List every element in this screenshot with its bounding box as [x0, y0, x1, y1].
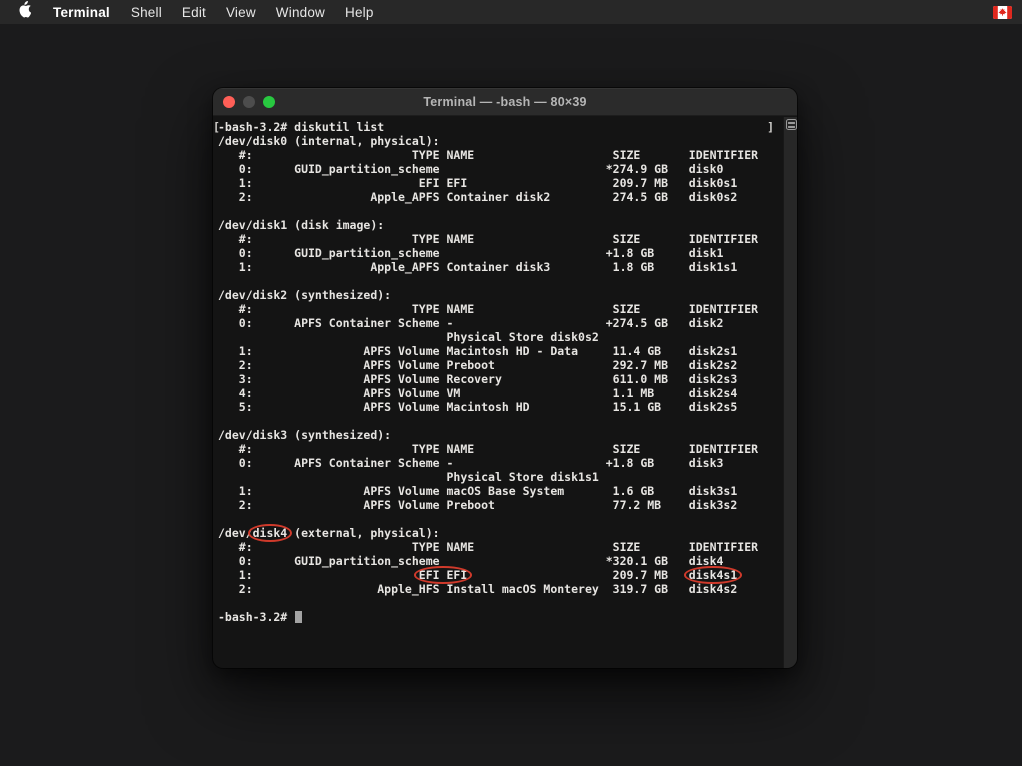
command-mark-close-bracket: ] — [767, 120, 774, 134]
terminal-line: 0: GUID_partition_scheme +1.8 GB disk1 — [218, 246, 783, 260]
block-cursor — [295, 611, 302, 623]
terminal-line: /dev/disk3 (synthesized): — [218, 428, 783, 442]
terminal-line: /dev/disk2 (synthesized): — [218, 288, 783, 302]
menu-item-window[interactable]: Window — [266, 0, 335, 24]
terminal-line: 2: APFS Volume Preboot 292.7 MB disk2s2 — [218, 358, 783, 372]
terminal-line: 1: EFI EFI 209.7 MB disk4s1 — [218, 568, 783, 582]
terminal-line: 0: APFS Container Scheme - +1.8 GB disk3 — [218, 456, 783, 470]
terminal-line: 2: APFS Volume Preboot 77.2 MB disk3s2 — [218, 498, 783, 512]
terminal-line: -bash-3.2# — [218, 610, 783, 624]
terminal-line: 1: EFI EFI 209.7 MB disk0s1 — [218, 176, 783, 190]
terminal-line: Physical Store disk0s2 — [218, 330, 783, 344]
terminal-line — [218, 512, 783, 526]
menu-item-help[interactable]: Help — [335, 0, 384, 24]
terminal-line: -bash-3.2# diskutil list — [218, 120, 783, 134]
terminal-line — [218, 414, 783, 428]
terminal-line: 0: APFS Container Scheme - +274.5 GB dis… — [218, 316, 783, 330]
terminal-line: #: TYPE NAME SIZE IDENTIFIER — [218, 540, 783, 554]
terminal-line: 1: Apple_APFS Container disk3 1.8 GB dis… — [218, 260, 783, 274]
terminal-window: Terminal — -bash — 80×39 [ ] -bash-3.2# … — [213, 88, 797, 668]
terminal-line: 4: APFS Volume VM 1.1 MB disk2s4 — [218, 386, 783, 400]
scrollbar[interactable] — [783, 117, 797, 668]
menu-bar: TerminalShellEditViewWindowHelp — [0, 0, 1022, 24]
menu-item-shell[interactable]: Shell — [121, 0, 172, 24]
terminal-line: #: TYPE NAME SIZE IDENTIFIER — [218, 232, 783, 246]
menu-item-edit[interactable]: Edit — [172, 0, 216, 24]
terminal-line: 5: APFS Volume Macintosh HD 15.1 GB disk… — [218, 400, 783, 414]
terminal-line: #: TYPE NAME SIZE IDENTIFIER — [218, 148, 783, 162]
terminal-line: 3: APFS Volume Recovery 611.0 MB disk2s3 — [218, 372, 783, 386]
terminal-line: 0: GUID_partition_scheme *274.9 GB disk0 — [218, 162, 783, 176]
terminal-line — [218, 204, 783, 218]
window-title-bar[interactable]: Terminal — -bash — 80×39 — [213, 88, 797, 116]
apple-logo-icon — [18, 1, 32, 23]
input-source-canada-flag-icon[interactable] — [993, 6, 1012, 19]
menu-item-terminal[interactable]: Terminal — [42, 0, 121, 24]
terminal-line: Physical Store disk1s1 — [218, 470, 783, 484]
terminal-line: 0: GUID_partition_scheme *320.1 GB disk4 — [218, 554, 783, 568]
apple-menu[interactable] — [18, 0, 42, 24]
terminal-line — [218, 596, 783, 610]
terminal-line: /dev/disk0 (internal, physical): — [218, 134, 783, 148]
terminal-line: 1: APFS Volume macOS Base System 1.6 GB … — [218, 484, 783, 498]
zoom-button[interactable] — [263, 96, 275, 108]
terminal-line: /dev/disk4 (external, physical): — [218, 526, 783, 540]
terminal-line: 2: Apple_HFS Install macOS Monterey 319.… — [218, 582, 783, 596]
close-button[interactable] — [223, 96, 235, 108]
minimize-button[interactable] — [243, 96, 255, 108]
scrollbar-mark-indicator-icon[interactable] — [786, 119, 797, 130]
terminal-line: 1: APFS Volume Macintosh HD - Data 11.4 … — [218, 344, 783, 358]
command-mark-open-bracket: [ — [213, 120, 220, 134]
desktop: { "menu_bar": { "active_app": "Terminal"… — [0, 0, 1022, 766]
terminal-line — [218, 274, 783, 288]
menu-item-view[interactable]: View — [216, 0, 266, 24]
terminal-line: /dev/disk1 (disk image): — [218, 218, 783, 232]
terminal-line: #: TYPE NAME SIZE IDENTIFIER — [218, 442, 783, 456]
terminal-screen[interactable]: [ ] -bash-3.2# diskutil list/dev/disk0 (… — [213, 117, 783, 668]
terminal-line: 2: Apple_APFS Container disk2 274.5 GB d… — [218, 190, 783, 204]
window-title: Terminal — -bash — 80×39 — [423, 95, 586, 109]
terminal-line: #: TYPE NAME SIZE IDENTIFIER — [218, 302, 783, 316]
